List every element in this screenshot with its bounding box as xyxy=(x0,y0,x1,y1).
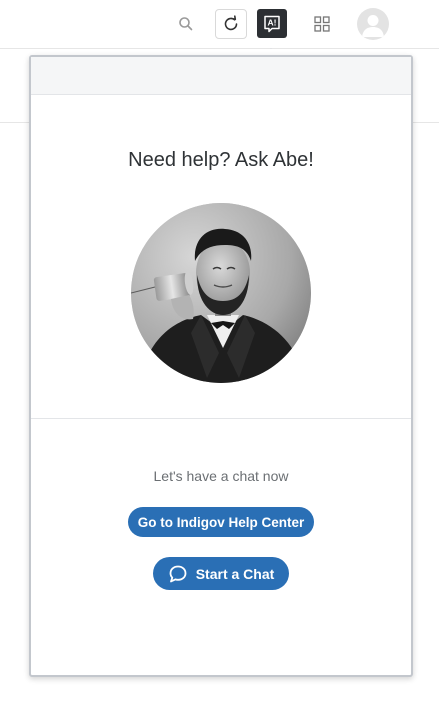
speech-bubble-icon xyxy=(168,564,188,584)
ask-abe-popover: Need help? Ask Abe! Let's have a chat no… xyxy=(29,55,413,677)
popover-title: Need help? Ask Abe! xyxy=(128,149,314,171)
chat-prompt-text: Let's have a chat now xyxy=(153,468,289,484)
top-toolbar: A! xyxy=(0,0,439,55)
user-avatar[interactable] xyxy=(357,8,389,40)
ask-abe-button[interactable]: A! xyxy=(257,9,287,38)
abe-badge-text: A! xyxy=(268,17,277,27)
search-icon[interactable] xyxy=(176,14,196,34)
apps-grid-icon[interactable] xyxy=(312,14,332,34)
refresh-icon xyxy=(224,15,238,31)
abe-portrait-image xyxy=(131,203,311,383)
popover-header xyxy=(31,57,411,95)
ask-abe-icon: A! xyxy=(264,15,280,32)
popover-divider xyxy=(31,418,411,419)
start-chat-button-label: Start a Chat xyxy=(195,565,275,582)
help-center-button[interactable]: Go to Indigov Help Center xyxy=(128,507,314,537)
refresh-button[interactable] xyxy=(215,9,247,39)
help-center-button-label: Go to Indigov Help Center xyxy=(137,514,305,530)
user-avatar-icon xyxy=(362,15,384,37)
start-chat-button[interactable]: Start a Chat xyxy=(153,557,289,590)
